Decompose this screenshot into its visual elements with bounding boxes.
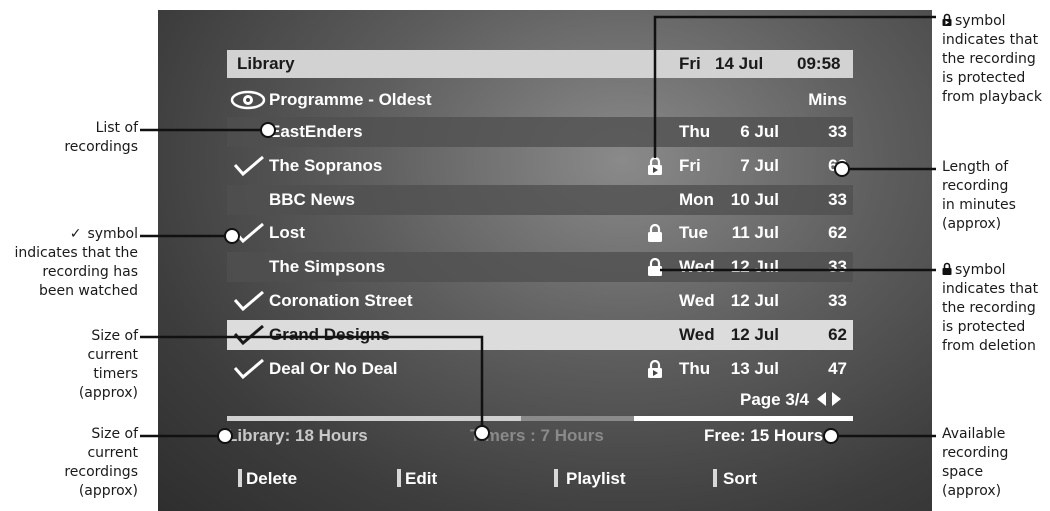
recording-length: 33 xyxy=(828,257,847,277)
recording-title: EastEnders xyxy=(269,122,363,141)
recording-title: The Simpsons xyxy=(269,257,386,277)
annotation-playback-lock: symbol indicates that the recording is p… xyxy=(942,13,1042,105)
recording-row[interactable]: The Sopranos Fri 7 Jul 62 xyxy=(227,151,853,181)
tick-icon: ✓ xyxy=(69,226,82,242)
edit-button-marker xyxy=(397,469,401,487)
recording-day: Tue xyxy=(679,223,708,243)
library-size: Library: 18 Hours xyxy=(227,426,368,445)
page-title: Library xyxy=(237,54,295,73)
edit-button[interactable]: Edit xyxy=(405,469,437,489)
recording-length: 47 xyxy=(828,358,847,378)
playlist-button[interactable]: Playlist xyxy=(566,469,626,489)
recording-date: 11 Jul xyxy=(731,223,779,243)
sort-button[interactable]: Sort xyxy=(723,469,757,489)
recording-row[interactable]: Grand Designs Wed 12 Jul 62 xyxy=(227,319,853,350)
eye-icon xyxy=(230,90,266,110)
header-time: 09:58 xyxy=(797,54,841,73)
playback-lock-icon xyxy=(942,13,952,26)
watched-tick-icon xyxy=(233,290,264,312)
recording-title: Grand Designs xyxy=(269,324,390,344)
recording-length: 33 xyxy=(828,122,847,141)
annotation-watched-symbol: ✓ symbol indicates that the recording has… xyxy=(14,226,138,299)
annotation-available-space: Available recording space (approx) xyxy=(942,426,1009,499)
timers-size: Timers : 7 Hours xyxy=(470,426,604,445)
annotation-timers-size: Size of current timers (approx) xyxy=(78,328,138,401)
recording-length: 62 xyxy=(828,324,847,344)
annotation-list-of-recordings: List of recordings xyxy=(64,120,138,155)
padlock-icon xyxy=(942,262,952,275)
recording-date: 12 Jul xyxy=(730,291,779,310)
recording-length: 62 xyxy=(828,223,847,243)
sort-button-marker xyxy=(713,469,717,487)
padlock-icon xyxy=(647,258,665,277)
recording-length: 33 xyxy=(828,291,847,310)
free-space: Free: 15 Hours xyxy=(704,426,824,445)
timers-usage-segment xyxy=(521,416,634,421)
recording-length: 62 xyxy=(828,155,847,175)
annotation-recordings-size: Size of current recordings (approx) xyxy=(64,426,138,499)
recording-date: 13 Jul xyxy=(730,358,779,378)
library-header: Library Fri 14 Jul 09:58 xyxy=(227,50,853,78)
recording-date: 7 Jul xyxy=(740,155,779,175)
recording-title: The Sopranos xyxy=(269,155,383,175)
recording-date: 6 Jul xyxy=(740,122,779,141)
recording-title: Deal Or No Deal xyxy=(269,358,398,378)
padlock-icon xyxy=(647,224,665,243)
recording-title: BBC News xyxy=(269,189,355,209)
library-usage-segment xyxy=(227,416,522,421)
recording-date: 12 Jul xyxy=(730,257,779,277)
header-day: Fri xyxy=(679,54,701,73)
recording-title: Lost xyxy=(269,223,305,243)
watched-tick-icon xyxy=(233,358,264,380)
recording-date: 10 Jul xyxy=(730,189,779,209)
annotation-length: Length of recording in minutes (approx) xyxy=(942,159,1016,232)
delete-button-marker xyxy=(238,469,242,487)
recording-row[interactable]: EastEnders Thu 6 Jul 33 xyxy=(227,117,853,147)
playlist-button-marker xyxy=(554,469,558,487)
recording-day: Fri xyxy=(679,155,701,175)
recording-length: 33 xyxy=(828,189,847,209)
page-label: Page 3/4 xyxy=(740,390,809,409)
recording-row[interactable]: The Simpsons Wed 12 Jul 33 xyxy=(227,252,853,283)
watched-tick-icon xyxy=(233,222,264,244)
free-space-segment xyxy=(633,416,853,421)
recording-row[interactable]: BBC News Mon 10 Jul 33 xyxy=(227,184,853,215)
delete-button[interactable]: Delete xyxy=(246,469,297,489)
recording-date: 12 Jul xyxy=(730,324,779,344)
page-indicator: Page 3/4 xyxy=(740,390,842,410)
recording-row[interactable]: Coronation Street Wed 12 Jul 33 xyxy=(227,286,853,316)
playback-lock-icon xyxy=(647,156,665,175)
sort-order-label: Programme - Oldest xyxy=(269,90,432,109)
annotation-deletion-lock: symbol indicates that the recording is p… xyxy=(942,262,1039,354)
watched-tick-icon xyxy=(233,324,264,346)
recording-row[interactable]: Lost Tue 11 Jul 62 xyxy=(227,218,853,248)
mins-column-label: Mins xyxy=(808,90,847,109)
column-header: Programme - Oldest Mins xyxy=(227,85,853,115)
page-arrows-icon[interactable] xyxy=(816,391,842,407)
playback-lock-icon xyxy=(647,359,665,378)
header-date: 14 Jul xyxy=(715,54,764,73)
recording-title: Coronation Street xyxy=(269,291,413,310)
recording-row[interactable]: Deal Or No Deal Thu 13 Jul 47 xyxy=(227,354,853,384)
watched-tick-icon xyxy=(233,155,264,177)
